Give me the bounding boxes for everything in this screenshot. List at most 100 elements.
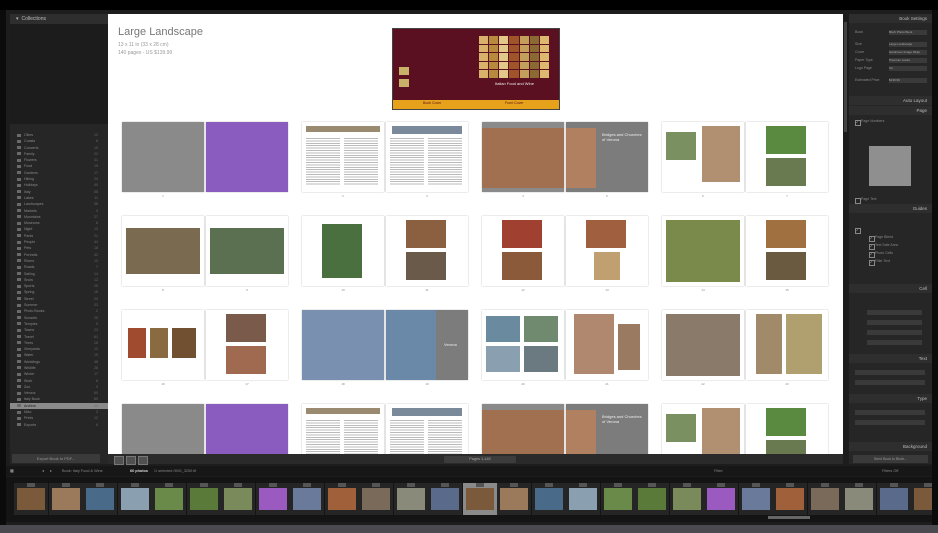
text-header[interactable]: Text [849,354,932,363]
photo-cell[interactable] [406,220,446,248]
page-numbers-checkbox[interactable]: ✓ [855,120,861,126]
photo-cell[interactable] [322,224,362,278]
book-page[interactable] [386,122,468,192]
logo-page-select[interactable]: On [889,66,927,71]
page-caption[interactable]: Bridges and Churches of Verona [602,132,644,142]
photo-cell[interactable] [302,310,384,380]
book-page[interactable] [482,216,564,286]
show-guides-checkbox[interactable]: ✓ [855,228,861,234]
book-page[interactable] [746,310,828,380]
page-spread[interactable]: 14 15 [662,216,828,292]
page-header[interactable]: Page [849,106,932,115]
grid-icon[interactable]: ▦ [10,466,14,476]
guides-header[interactable]: Guides [849,204,932,213]
book-page[interactable] [662,404,744,454]
page-spread[interactable]: Bridges and Churches of Verona 4 5 [482,122,648,198]
filmstrip-thumbnail[interactable] [117,483,152,515]
book-page[interactable] [386,216,468,286]
filmstrip-thumbnail[interactable] [462,483,497,515]
filmstrip-thumbnail[interactable] [48,483,83,515]
book-type-select[interactable]: Blurb Photo Book [889,30,927,35]
main-scrollbar[interactable] [843,14,848,454]
photo-cell[interactable] [524,346,558,372]
text-block[interactable] [306,420,340,454]
photo-cell[interactable] [766,126,806,154]
photo-cell[interactable] [392,126,462,134]
photo-cell[interactable] [226,346,266,374]
book-page[interactable] [206,310,288,380]
guide-checkbox[interactable]: ✓ [869,252,875,258]
page-spread[interactable]: 16 17 [122,310,288,386]
book-page[interactable] [566,216,648,286]
photo-cell[interactable] [702,126,740,182]
page-spread[interactable] [662,404,828,454]
photo-cell[interactable] [666,314,740,376]
page-navigator[interactable]: Pages 1-140 [444,455,516,463]
book-page[interactable] [482,310,564,380]
page-caption[interactable]: Bridges and Churches of Verona [602,414,644,424]
photo-cell[interactable] [594,252,620,280]
book-page[interactable] [386,404,468,454]
photo-cell[interactable] [392,408,462,416]
filmstrip-thumbnail[interactable] [807,483,842,515]
photo-cell[interactable] [386,310,436,380]
book-page[interactable]: Bridges and Churches of Verona [566,122,648,192]
filmstrip-thumbnail[interactable] [669,483,704,515]
send-book-button[interactable]: Send Book to Blurb... [853,455,928,463]
filmstrip-thumbnail[interactable] [324,483,359,515]
photo-cell[interactable] [766,440,806,454]
book-page[interactable] [302,216,384,286]
book-page[interactable] [566,310,648,380]
filmstrip-thumbnail[interactable] [704,483,738,515]
book-page[interactable] [662,216,744,286]
filmstrip-thumbnail[interactable] [911,483,932,515]
text-block[interactable] [344,420,378,454]
filmstrip-thumbnail[interactable] [83,483,117,515]
photo-cell[interactable] [128,328,146,358]
guide-checkbox[interactable]: ✓ [869,244,875,250]
book-page[interactable] [746,122,828,192]
text-option[interactable] [855,380,925,385]
photo-cell[interactable] [486,316,520,342]
single-page-view-icon[interactable] [138,455,148,465]
filmstrip-thumbnail[interactable] [428,483,462,515]
photo-cell[interactable] [566,410,596,454]
export-book-button[interactable]: Export Book to PDF... [12,454,100,463]
multi-page-view-icon[interactable] [114,455,124,465]
photo-cell[interactable] [766,408,806,436]
page-caption[interactable]: Verona [444,342,457,347]
page-spread[interactable]: 22 23 [662,310,828,386]
page-spread[interactable]: Verona 18 19 [302,310,468,386]
filmstrip-thumbnail[interactable] [600,483,635,515]
page-text-checkbox[interactable] [855,198,861,204]
filmstrip-thumbnail[interactable] [393,483,428,515]
page-spread[interactable]: 23 [302,122,468,198]
page-spread[interactable]: 20 21 [482,310,648,386]
guide-checkbox[interactable]: ✓ [869,236,875,242]
book-page[interactable]: Bridges and Churches of Verona [566,404,648,454]
page-spread[interactable] [122,404,288,454]
photo-cell[interactable] [666,132,696,160]
photo-cell[interactable] [210,228,284,274]
filmstrip-thumbnail[interactable] [635,483,669,515]
book-page[interactable]: Verona [386,310,468,380]
text-block[interactable] [390,420,424,454]
photo-cell[interactable] [756,314,782,374]
text-option[interactable] [855,370,925,375]
source-label[interactable]: Book: Italy Food & Wine [62,466,103,476]
book-cover[interactable]: Italian Food and Wine Book Cover Front C… [392,28,560,110]
photo-cell[interactable] [172,328,196,358]
photo-cell[interactable] [226,314,266,342]
page-spread[interactable]: 67 [662,122,828,198]
filmstrip-thumbnail[interactable] [566,483,600,515]
book-page[interactable] [302,310,384,380]
page-preview[interactable] [869,146,911,186]
background-header[interactable]: Background [849,442,932,451]
filmstrip-thumbnail[interactable] [186,483,221,515]
photo-cell[interactable] [482,410,564,454]
filmstrip-thumbnail[interactable] [221,483,255,515]
text-block[interactable] [428,420,462,454]
text-block[interactable] [428,138,462,186]
page-spread[interactable]: 1 [122,122,288,198]
book-page[interactable] [206,216,288,286]
